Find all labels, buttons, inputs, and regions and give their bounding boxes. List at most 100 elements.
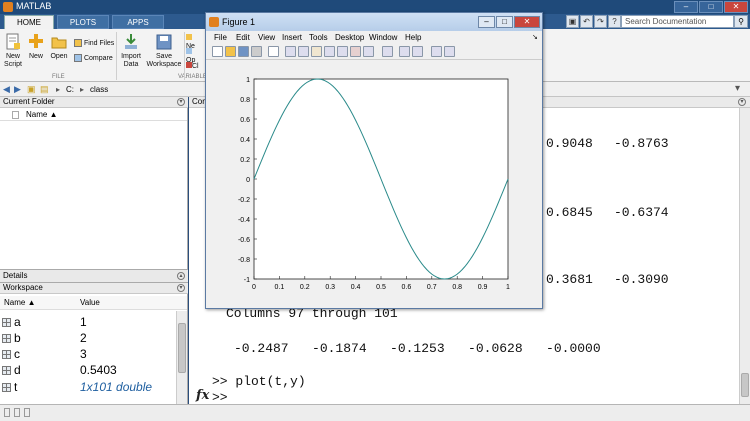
workspace-row[interactable]: b 2: [0, 330, 176, 346]
save-figure-icon[interactable]: [238, 46, 249, 57]
ws-value-column-header[interactable]: Value: [80, 296, 100, 310]
details-toggle-icon[interactable]: ▴: [177, 272, 185, 280]
maximize-button[interactable]: □: [699, 1, 723, 13]
path-dropdown-icon[interactable]: ▾: [735, 83, 740, 94]
workspace-row[interactable]: t 1x101 double: [0, 379, 176, 395]
open-variable-icon: [186, 48, 192, 54]
workspace-row[interactable]: d 0.5403: [0, 362, 176, 378]
insert-colorbar-icon[interactable]: [382, 46, 393, 57]
matlab-logo-icon: [3, 2, 13, 12]
close-button[interactable]: ✕: [724, 1, 748, 13]
x-tick-label: 0.8: [452, 284, 462, 291]
search-icon[interactable]: ⚲: [734, 15, 748, 28]
menu-tools[interactable]: Tools: [309, 33, 328, 42]
current-folder-columns: Name ▲: [0, 109, 187, 121]
name-column-header[interactable]: Name ▲: [26, 109, 57, 121]
help-quick-icon[interactable]: ?: [608, 15, 621, 28]
tab-apps[interactable]: APPS: [112, 15, 164, 29]
section-variable-label: VARIABLE: [178, 74, 207, 80]
figure-maximize-button[interactable]: □: [496, 16, 513, 28]
menu-edit[interactable]: Edit: [236, 33, 250, 42]
figure-close-button[interactable]: ✕: [514, 16, 540, 28]
scrollbar-thumb[interactable]: [741, 373, 749, 397]
menu-desktop[interactable]: Desktop: [335, 33, 364, 42]
command-prompt[interactable]: >>: [212, 390, 228, 405]
breadcrumb-drive[interactable]: C:: [66, 85, 74, 94]
forward-arrow-icon[interactable]: ▶: [14, 84, 21, 95]
import-data-button[interactable]: Import Data: [119, 33, 143, 69]
search-documentation-input[interactable]: Search Documentation: [621, 15, 734, 28]
print-icon[interactable]: [251, 46, 262, 57]
pan-hand-icon[interactable]: [311, 46, 322, 57]
save-workspace-icon: [156, 34, 172, 50]
insert-legend-icon[interactable]: [399, 46, 410, 57]
menu-help[interactable]: Help: [405, 33, 421, 42]
open-file-icon[interactable]: [225, 46, 236, 57]
fx-icon[interactable]: fx: [196, 388, 209, 403]
clear-workspace-button[interactable]: Cl: [186, 62, 200, 71]
x-tick-label: 0.4: [351, 284, 361, 291]
minimize-button[interactable]: –: [674, 1, 698, 13]
redo-quick-icon[interactable]: ↷: [594, 15, 607, 28]
figure-minimize-button[interactable]: –: [478, 16, 495, 28]
panel-actions-icon[interactable]: ▾: [177, 284, 185, 292]
zoom-in-icon[interactable]: [285, 46, 296, 57]
y-tick-label: 0.2: [240, 157, 250, 164]
new-button[interactable]: New: [26, 33, 46, 61]
matrix-icon: [2, 318, 11, 327]
command-window-scrollbar[interactable]: [739, 108, 750, 404]
save-workspace-button[interactable]: Save Workspace: [145, 33, 183, 69]
tab-plots[interactable]: PLOTS: [57, 15, 109, 29]
undo-quick-icon[interactable]: ↶: [580, 15, 593, 28]
variable-value: 0.5403: [80, 363, 117, 377]
zoom-out-icon[interactable]: [298, 46, 309, 57]
panel-actions-icon[interactable]: ▾: [177, 98, 185, 106]
figure-menubar: File Edit View Insert Tools Desktop Wind…: [206, 31, 542, 44]
open-button[interactable]: Open: [48, 33, 70, 61]
workspace-row[interactable]: c 3: [0, 346, 176, 362]
y-tick-label: 1: [246, 77, 250, 84]
find-files-icon: [74, 39, 82, 47]
new-figure-icon[interactable]: [212, 46, 223, 57]
ws-name-column-header[interactable]: Name ▲: [4, 296, 35, 310]
edit-plot-arrow-icon[interactable]: [268, 46, 279, 57]
back-arrow-icon[interactable]: ◀: [3, 84, 10, 95]
brush-icon[interactable]: [350, 46, 361, 57]
menu-file[interactable]: File: [214, 33, 227, 42]
figure-toolbar: [206, 44, 542, 60]
current-folder-title: Current Folder: [3, 97, 55, 106]
compare-label: Compare: [83, 54, 113, 62]
output-value: 0.9048: [546, 136, 593, 151]
dock-figure-icon[interactable]: [444, 46, 455, 57]
section-file-label: FILE: [52, 74, 65, 80]
breadcrumb-folder[interactable]: class: [90, 85, 108, 94]
tab-home[interactable]: HOME: [4, 15, 54, 29]
workspace-scrollbar[interactable]: [176, 311, 187, 404]
up-folder-icon[interactable]: ▣: [27, 84, 36, 95]
hide-plot-tools-icon[interactable]: [412, 46, 423, 57]
save-quick-icon[interactable]: ▣: [566, 15, 579, 28]
menu-view[interactable]: View: [258, 33, 275, 42]
variable-name: d: [14, 363, 21, 377]
figure-window[interactable]: Figure 1 – □ ✕ File Edit View Insert Too…: [205, 12, 543, 309]
workspace-row[interactable]: a 1: [0, 314, 176, 330]
new-script-button[interactable]: New Script: [2, 33, 24, 69]
compare-button[interactable]: Compare: [74, 54, 116, 63]
plot-area[interactable]: 1 0.8 0.6 0.4 0.2 0 -0.2 -0.4 -0.6 -0.8 -1 0 0.1 0.2…: [206, 61, 542, 307]
menu-window[interactable]: Window: [369, 33, 397, 42]
figure-title-bar[interactable]: Figure 1 – □ ✕: [206, 13, 542, 31]
find-files-button[interactable]: Find Files: [74, 39, 116, 48]
browse-folder-icon[interactable]: ▤: [40, 84, 49, 95]
menu-dock-icon[interactable]: ↘: [532, 33, 538, 41]
show-plot-tools-icon[interactable]: [431, 46, 442, 57]
link-plot-icon[interactable]: [363, 46, 374, 57]
data-cursor-icon[interactable]: [337, 46, 348, 57]
panel-actions-icon[interactable]: ▾: [738, 98, 746, 106]
current-folder-panel: Current Folder ▾ Name ▲: [0, 97, 188, 269]
breadcrumb-separator-icon: ▸: [56, 85, 61, 94]
menu-insert[interactable]: Insert: [282, 33, 302, 42]
rotate-3d-icon[interactable]: [324, 46, 335, 57]
x-tick-label: 0.1: [275, 284, 285, 291]
scrollbar-thumb[interactable]: [178, 323, 186, 373]
workspace-title: Workspace: [3, 283, 43, 292]
